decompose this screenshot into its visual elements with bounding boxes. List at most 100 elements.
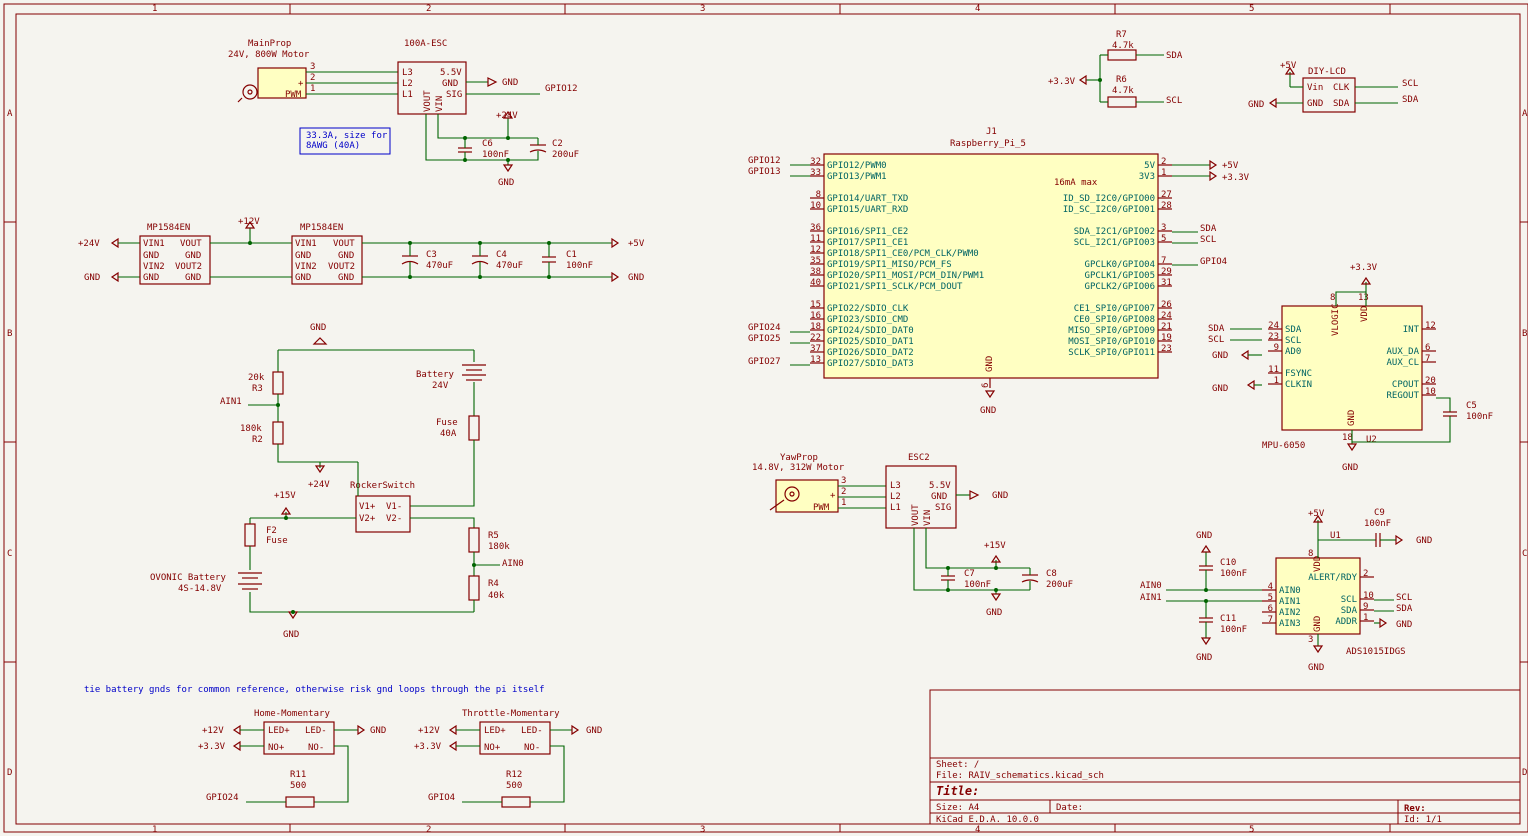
esc2[interactable]: ESC2 L3 L2 L1 5.5V GND SIG VOUT VIN GND … [885,453,1073,618]
esc-pin: L3 [890,481,901,491]
p12-label: +12V [238,217,260,227]
cap-val: 470uF [496,261,523,271]
ads1015[interactable]: 4 AIN0 5 AIN1 6 AIN2 7 AIN3 2 ALERT/RDY 10 SCL 9 SDA… [1140,508,1432,673]
pin-number: 1 [1274,376,1279,386]
gnd-label: GND [310,323,326,333]
pin-number: 4 [1268,582,1273,592]
gnd-label: GND [502,78,518,88]
motor-pin: 2 [310,73,315,83]
motor-pin: 3 [841,476,846,486]
p24-label: +24V [496,111,518,121]
pin-number: 37 [810,344,821,354]
esc-pin: VOUT [911,504,921,526]
battery-ref: Battery [416,370,455,380]
tb-date: Date: [1056,803,1083,813]
button-pin: LED- [521,726,543,736]
esc-pin: VIN [923,510,933,526]
esc1-caps[interactable]: +24V C6 100nF C2 200uF GND [458,110,579,188]
cap-ref: C1 [566,250,577,260]
net-ain0: AIN0 [502,559,524,569]
row-label: C [7,549,12,559]
net-gpio: GPIO24 [206,793,239,803]
main-motor[interactable]: MainProp 24V, 800W Motor PWM + 3 2 1 [228,39,398,103]
res-val: 20k [248,373,265,383]
mpu-ref: U2 [1366,435,1377,445]
power-chain[interactable]: +24V GND MP1584EN VIN1 GND VIN2 GND VOUT… [78,217,645,285]
net-gpio24: GPIO24 [748,323,781,333]
button-pin: LED- [305,726,327,736]
pin-number: 12 [1425,321,1436,331]
pin-name: AIN3 [1279,619,1301,629]
home-button[interactable]: Home-Momentary LED+ LED- NO+ NO- +12V +3… [198,709,386,808]
pin-name: MOSI_SPI0/GPIO10 [1068,337,1155,347]
button-pin: NO+ [484,743,501,753]
gnd-tie-note: tie battery gnds for common reference, o… [84,685,545,695]
tb-rev: Rev: [1404,804,1426,814]
gnd-label: GND [1248,100,1264,110]
rocker-ref: RockerSwitch [350,481,415,491]
mpu-value: MPU-6050 [1262,441,1305,451]
motor-value: 24V, 800W Motor [228,50,310,60]
pin-name: AD0 [1285,347,1301,357]
pin-number: 24 [1161,311,1172,321]
fuse-name: Fuse [436,418,458,428]
pin-number: 18 [810,322,821,332]
esc-pin: L3 [402,68,413,78]
battery-divider[interactable]: GND 20k R3 AIN1 180k R2 +24V Battery 24V… [150,323,524,640]
pin-number: 7 [1425,354,1430,364]
res-ref: R7 [1116,30,1127,40]
cap-val: 100nF [566,261,593,271]
pin-number: 2 [1161,157,1166,167]
buck-pin: GND [295,273,311,283]
col-label: 3 [700,4,705,14]
tb-title: Title: [936,784,979,798]
buck-1[interactable]: MP1584EN VIN1 GND VIN2 GND VOUT GND VOUT… [139,223,211,285]
res-ref: R11 [290,770,306,780]
p24-label: +24V [78,239,100,249]
pin-name: SCL [1341,595,1357,605]
net-ain0: AIN0 [1140,581,1162,591]
cap-ref: C7 [964,569,975,579]
net-scl: SCL [1396,593,1412,603]
yaw-motor[interactable]: YawProp 14.8V, 312W Motor PWM + 3 2 1 [752,453,886,513]
pi-value: Raspberry_Pi_5 [950,139,1026,149]
p33-label: +3.3V [198,742,226,752]
buck-pin: VIN1 [143,239,165,249]
gnd-label: GND [992,491,1008,501]
raspberry-pi-5[interactable]: J1 Raspberry_Pi_5 32 GPIO12/PWM033 GPIO13/… [748,127,1250,416]
p33-label: +3.3V [414,742,442,752]
pin-name: GPIO21/SPI1_SCLK/PCM_DOUT [827,282,963,292]
mpu-6050[interactable]: 24 SDA 23 SCL 9 AD0 11 FSYNC 1 CLKIN 12 INT 6 AUX_DA… [1208,263,1493,473]
net-scl: SCL [1208,335,1224,345]
cap-val: 100nF [1364,519,1391,529]
diy-lcd[interactable]: DIY-LCD Vin GND CLK SDA +5V GND SCL SDA [1248,61,1419,113]
buck-2[interactable]: MP1584EN VIN1 GND VIN2 GND VOUT GND VOUT… [291,223,363,285]
res-val: 500 [290,781,306,791]
col-label: 5 [1249,4,1254,14]
gnd-label: GND [1396,620,1412,630]
col-label: 4 [975,4,980,14]
res-ref: R5 [488,531,499,541]
pin-number: 5 [1268,593,1273,603]
pin-number: 23 [1161,344,1172,354]
pin-name: AIN1 [1279,597,1301,607]
res-ref: R4 [488,579,499,589]
pin-name: GPIO25/SDIO_DAT1 [827,337,914,347]
button-pin: NO- [308,743,324,753]
pi-ref: J1 [986,127,997,137]
button-pin: NO- [524,743,540,753]
pin-name: 5V [1144,161,1155,171]
mpu-pin: VLOGIC [1331,303,1341,336]
gnd-label: GND [1342,463,1358,473]
pin-number: 10 [810,201,821,211]
throttle-button[interactable]: Throttle-Momentary LED+ LED- NO+ NO- +12… [414,709,602,808]
battery-val: 4S-14.8V [178,584,222,594]
battery-ref: OVONIC Battery [150,573,226,583]
buck-pin: GND [143,273,159,283]
pin-name: SDA_I2C1/GPIO02 [1074,227,1155,237]
pin-number: 1 [1363,613,1368,623]
i2c-pullups[interactable]: R7 4.7k SDA R6 4.7k SCL +3.3V [1048,30,1183,108]
buck-pin: GND [143,251,159,261]
pin-number: 6 [1268,604,1273,614]
motor-pin: 1 [310,84,315,94]
